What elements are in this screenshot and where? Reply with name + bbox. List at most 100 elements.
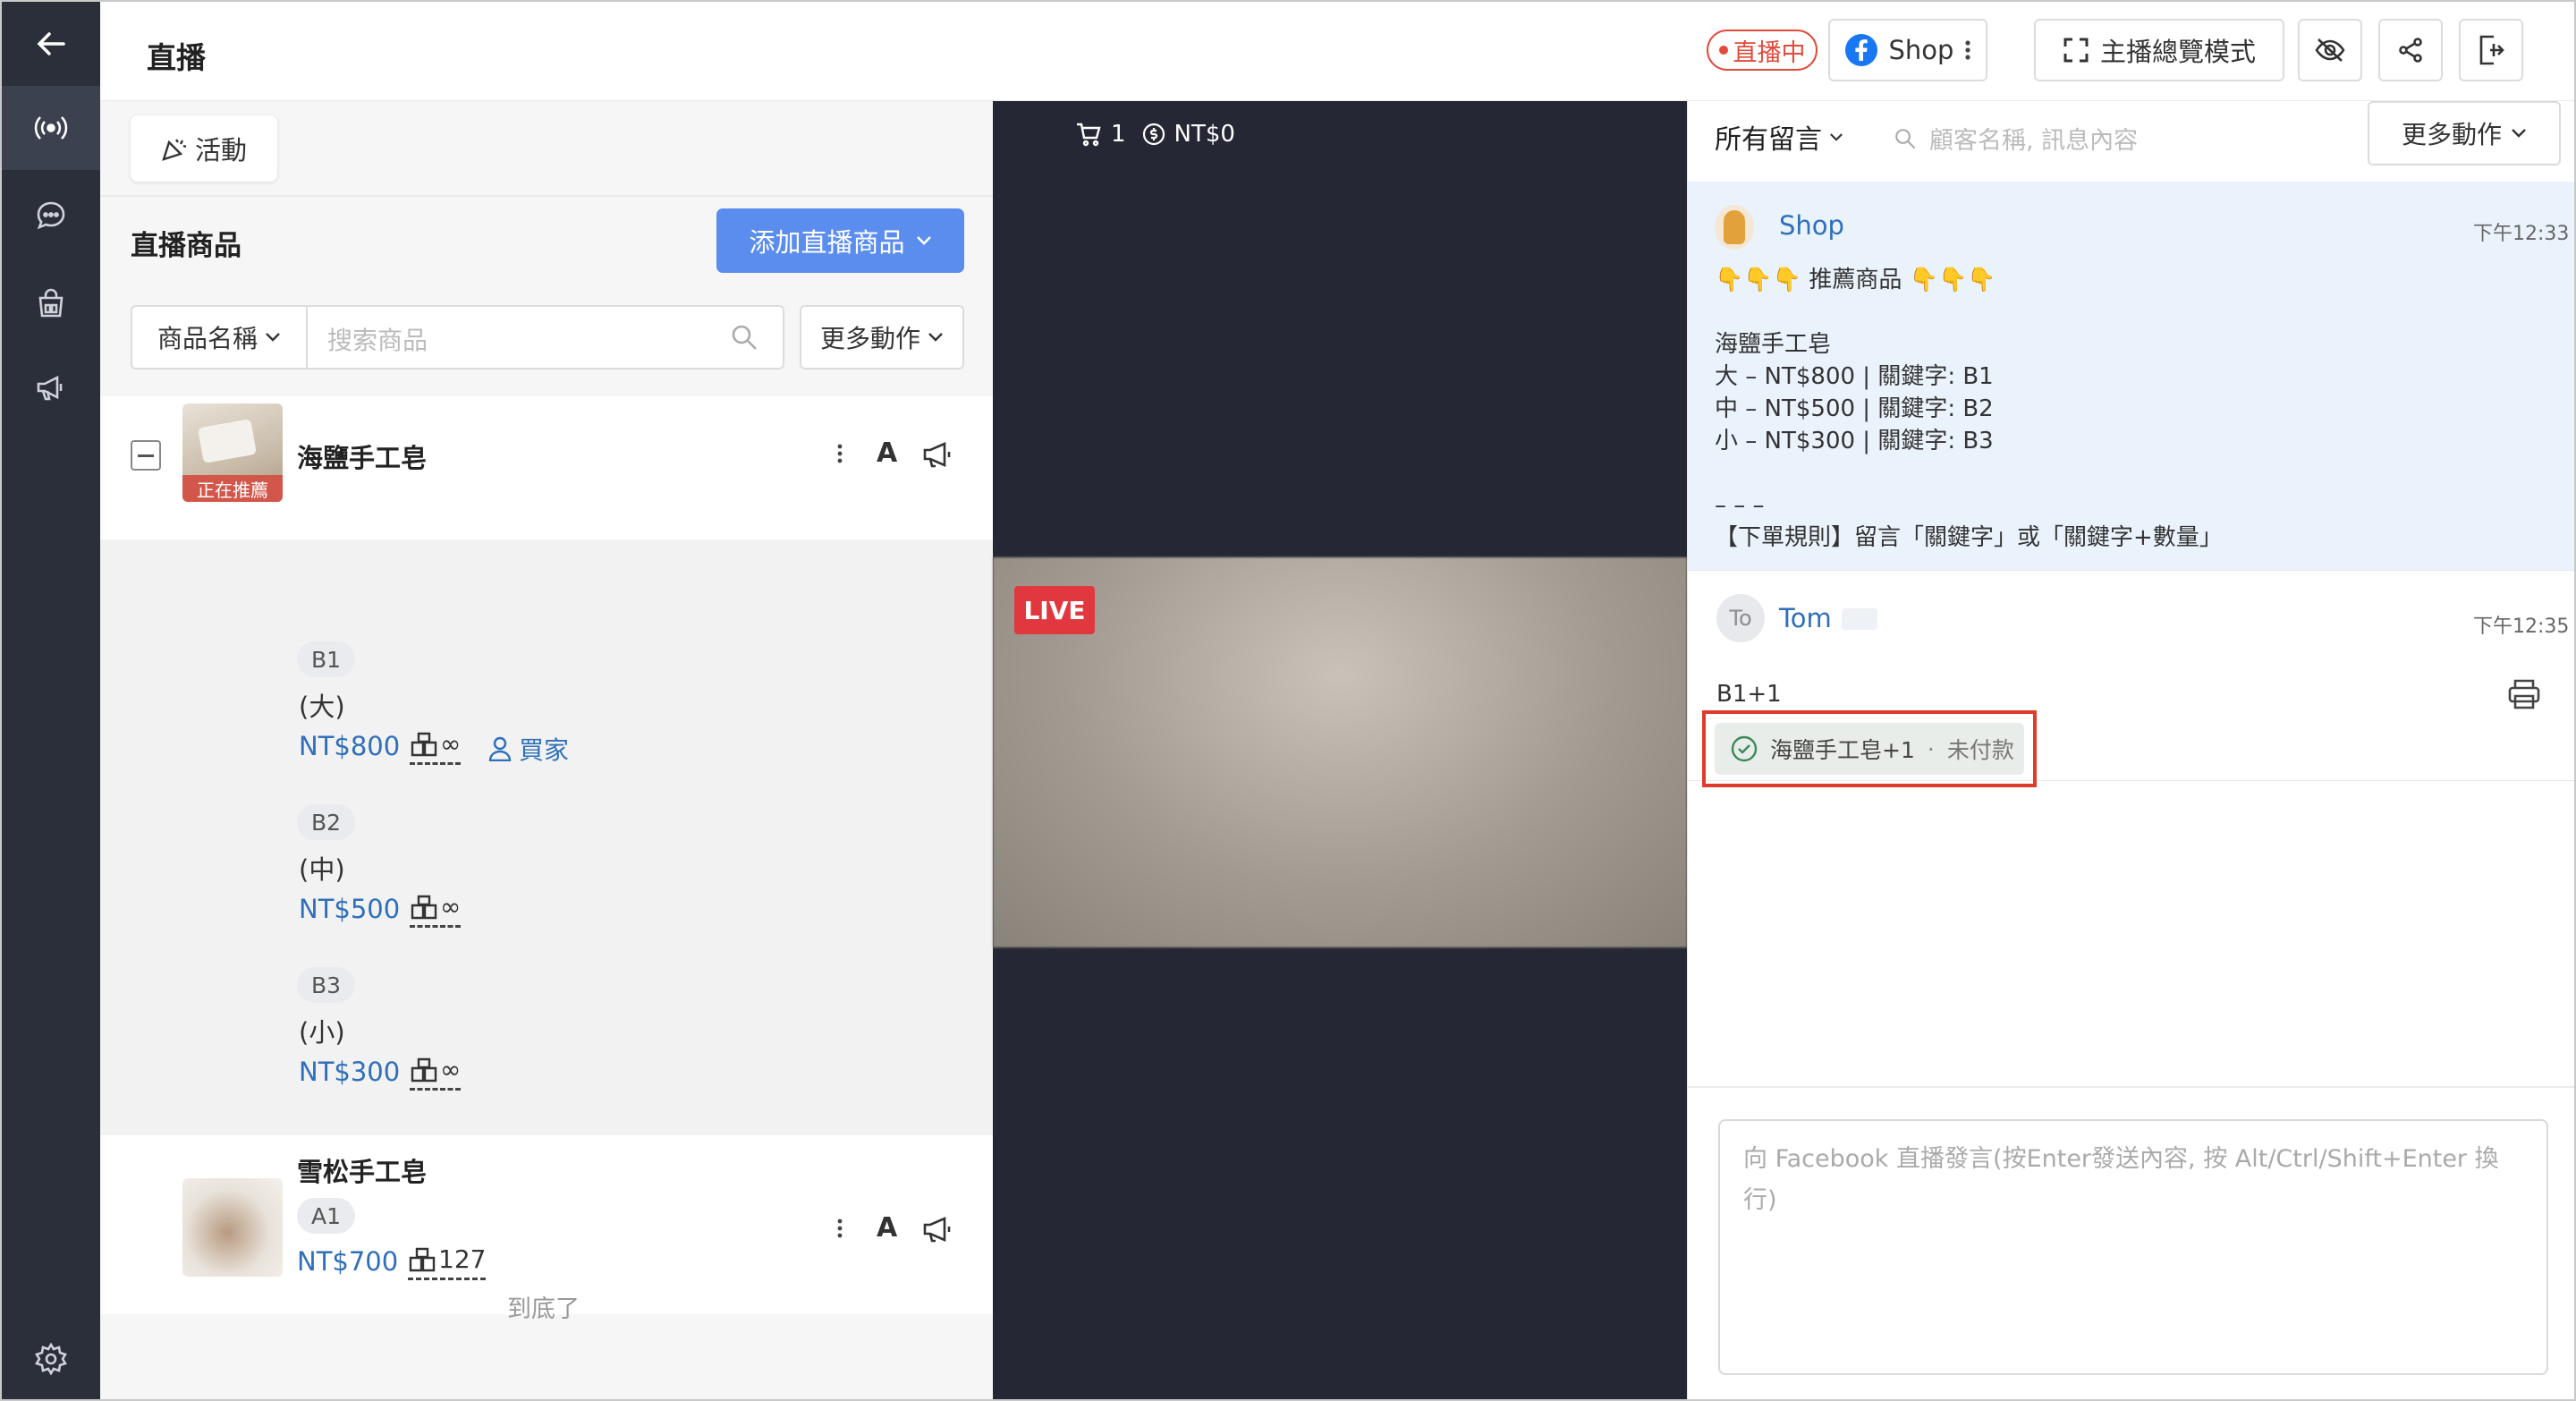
stock-indicator[interactable]: ∞ [410,729,462,765]
product-row[interactable]: 正在推薦 海鹽手工皂 A [100,396,993,539]
live-status-badge: 直播中 [1707,30,1818,71]
fullscreen-icon [2063,38,2089,63]
chevron-down-icon [916,236,931,245]
search-icon [1895,128,1916,149]
comment-search[interactable]: 顧客名稱, 訊息內容 [1894,121,2138,156]
stock-indicator[interactable]: 127 [408,1244,487,1280]
avatar: To [1716,594,1765,642]
comment-line: 👇👇👇 推薦商品 👇👇👇 [1715,267,1996,293]
settings-icon[interactable] [2,1317,100,1399]
inventory-icon [409,1247,436,1271]
font-a-icon[interactable]: A [877,1212,897,1244]
variant-price: NT$300 [299,1057,401,1087]
product-search-bar: 商品名稱 搜索商品 [131,305,784,369]
inventory-icon [411,895,437,919]
megaphone-icon[interactable] [923,1216,953,1243]
activity-button[interactable]: 活動 [131,115,277,182]
comment-line: 小 – NT$300 | 關鍵字: B3 [1715,428,1994,454]
filter-select[interactable]: 商品名稱 [132,307,308,368]
comment-filter-select[interactable]: 所有留言 [1715,117,1843,157]
page-selector[interactable]: Shop [1828,19,1987,81]
hide-button[interactable] [2298,19,2362,81]
variant-price: NT$500 [299,894,401,924]
chevron-down-icon [266,333,280,342]
chevron-down-icon [2512,129,2526,138]
order-status: 未付款 [1946,737,2014,763]
variant-price: NT$800 [299,731,401,761]
search-icon[interactable] [730,323,758,352]
search-input[interactable]: 搜索商品 [327,321,428,357]
variant-list: B1 (大) NT$800 ∞ 買家 B2 (中) NT$500 ∞ B3 (小… [100,539,993,1135]
video-panel: 1 NT$0 LIVE [993,101,1687,1399]
inventory-icon [411,1057,437,1082]
keyword-badge: B3 [297,967,356,1003]
product-row[interactable]: 雪松手工皂 A1 NT$700 127 A [100,1135,993,1314]
top-header: 直播 直播中 Shop 主播總覽模式 [100,2,2574,101]
live-badge: LIVE [1014,586,1095,634]
variant-size: (小) [299,1017,345,1048]
comment-item[interactable]: To Tom 下午12:35 B1+1 海鹽手工皂+1 · 未付款 [1688,570,2574,787]
party-icon [162,139,187,161]
variant-size: (中) [299,854,345,885]
product-name: 海鹽手工皂 [297,443,428,473]
comment-item[interactable]: Shop 下午12:33 👇👇👇 推薦商品 👇👇👇 海鹽手工皂 大 – NT$8… [1688,182,2574,570]
variant-size: (大) [299,692,345,722]
cart-icon [1077,123,1101,147]
back-arrow-icon[interactable] [2,2,100,86]
order-item: 海鹽手工皂+1 [1770,737,1915,763]
avatar [1715,205,1754,250]
comment-text: B1+1 [1716,681,1782,708]
chevron-down-icon [928,333,943,342]
facebook-icon [1844,34,1877,66]
cart-count: 1 [1111,121,1126,148]
exit-icon [2479,35,2504,65]
recommending-badge: 正在推薦 [182,475,283,502]
comment-line: 中 – NT$500 | 關鍵字: B2 [1715,395,1994,422]
comment-input[interactable]: 向 Facebook 直播發言(按Enter發送內容, 按 Alt/Ctrl/S… [1718,1119,2548,1375]
chat-icon[interactable] [2,174,100,258]
section-title: 直播商品 [131,230,242,262]
comment-search-input[interactable]: 顧客名稱, 訊息內容 [1929,121,2138,156]
host-mode-button[interactable]: 主播總覽模式 [2034,19,2284,81]
keyword-badge: B2 [297,804,356,840]
more-vertical-icon[interactable] [836,443,843,464]
comment-more-actions-button[interactable]: 更多動作 [2368,101,2561,166]
cart-summary: 1 NT$0 [1075,121,1235,148]
comment-line: – – – [1715,492,1765,519]
print-icon[interactable] [2507,678,2541,710]
share-button[interactable] [2378,19,2443,81]
megaphone-icon[interactable] [923,441,953,468]
order-chip[interactable]: 海鹽手工皂+1 · 未付款 [1715,723,2024,775]
left-nav [2,2,100,1399]
product-panel: 活動 直播商品 添加直播商品 商品名稱 搜索商品 更多動作 正在推薦 海鹽手工皂… [100,101,993,1399]
add-product-button[interactable]: 添加直播商品 [716,208,964,273]
more-vertical-icon[interactable] [836,1218,843,1239]
user-tag [1842,608,1877,630]
exit-button[interactable] [2459,19,2523,81]
comment-line: 海鹽手工皂 [1715,331,1832,358]
more-actions-button[interactable]: 更多動作 [800,305,964,369]
collapse-checkbox[interactable] [131,440,161,471]
shop-icon[interactable] [2,261,100,345]
comments-panel: 所有留言 顧客名稱, 訊息內容 更多動作 Shop 下午12:33 👇👇👇 推薦… [1687,101,2574,1399]
page-name: Shop [1888,35,1954,65]
chevron-down-icon [1830,132,1843,141]
video-frame[interactable] [993,557,1687,947]
keyword-badge: A1 [297,1198,356,1234]
megaphone-icon[interactable] [2,345,100,429]
end-of-list-text: 到底了 [507,1295,580,1323]
user-icon [488,736,512,761]
more-vertical-icon [1965,40,1971,60]
coin-icon [1142,123,1165,146]
page-title: 直播 [147,40,206,75]
stock-indicator[interactable]: ∞ [410,1055,462,1091]
font-a-icon[interactable]: A [877,437,897,469]
cart-total: NT$0 [1174,121,1235,148]
buyer-link[interactable]: 買家 [488,731,569,767]
comment-username[interactable]: Tom [1779,603,1832,633]
comment-time: 下午12:33 [2473,223,2570,245]
share-icon [2399,38,2422,63]
stock-indicator[interactable]: ∞ [410,892,462,928]
comment-username[interactable]: Shop [1779,210,1844,241]
broadcast-icon[interactable] [2,86,100,170]
